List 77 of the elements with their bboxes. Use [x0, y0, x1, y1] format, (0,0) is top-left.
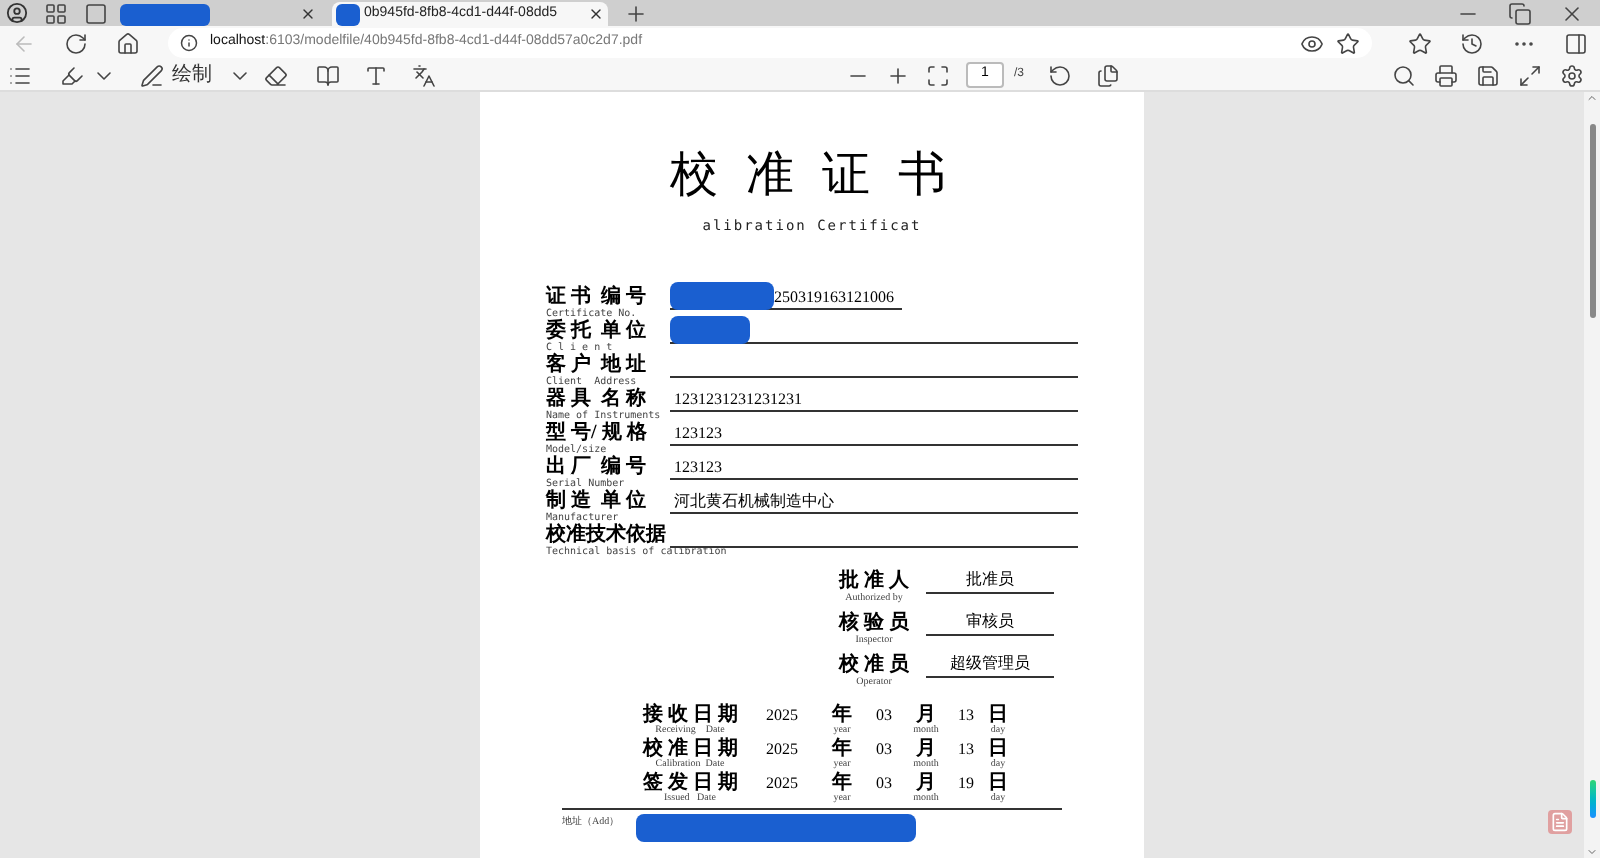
- approver-label: 校 准 员: [839, 653, 909, 677]
- year-value: 2025: [766, 771, 798, 793]
- field-label: 委 托 单 位: [546, 319, 648, 341]
- tab-actions-icon[interactable]: [84, 1, 108, 25]
- home-icon[interactable]: [116, 31, 140, 55]
- date-label: 校 准 日 期: [642, 737, 738, 759]
- print-icon[interactable]: [1434, 63, 1458, 87]
- redaction-mark: [336, 3, 360, 25]
- certificate-title: 校 准 证 书: [670, 148, 954, 206]
- settings-icon[interactable]: [1560, 63, 1584, 87]
- workspaces-icon[interactable]: [44, 1, 68, 25]
- field-label: 证 书 编 号: [546, 285, 648, 308]
- two-page-icon[interactable]: [1096, 63, 1121, 87]
- read-aloud-icon[interactable]: [1300, 31, 1324, 55]
- year-unit: 年: [832, 771, 852, 793]
- profile-icon[interactable]: [6, 2, 28, 24]
- close-icon[interactable]: [588, 5, 604, 21]
- translate-icon[interactable]: [412, 63, 436, 87]
- approver-value: 审核员: [926, 611, 1054, 635]
- year-value: 2025: [766, 703, 798, 725]
- year-unit: 年: [832, 703, 852, 725]
- approver-label: 核 验 员: [839, 611, 909, 635]
- favorite-icon[interactable]: [1336, 31, 1360, 55]
- field-value: 123123: [670, 421, 1078, 445]
- field-label: 制 造 单 位: [546, 489, 648, 511]
- redaction-mark: [670, 281, 774, 309]
- day-value: 13: [958, 737, 974, 759]
- approver-value: 批准员: [926, 569, 1054, 593]
- month-unit: 月: [916, 771, 936, 793]
- zoom-in-icon[interactable]: [886, 63, 910, 87]
- field-value: 河北黄石机械制造中心: [670, 489, 1078, 513]
- close-icon[interactable]: [1560, 1, 1584, 25]
- day-value: 13: [958, 703, 974, 725]
- approver-value: 超级管理员: [926, 653, 1054, 677]
- info-icon[interactable]: [180, 34, 198, 52]
- field-value: 250319163121006: [670, 285, 902, 309]
- redaction-mark: [120, 3, 210, 25]
- field-label: 校准技术依据: [546, 523, 668, 545]
- day-unit: 日: [988, 771, 1008, 793]
- year-unit: 年: [832, 737, 852, 759]
- month-value: 03: [876, 771, 892, 793]
- month-value: 03: [876, 703, 892, 725]
- favorites-icon[interactable]: [1408, 31, 1432, 55]
- fit-page-icon[interactable]: [926, 63, 950, 87]
- sidebar-icon[interactable]: [1564, 31, 1588, 55]
- month-unit: 月: [916, 737, 936, 759]
- field-label: 出 厂 编 号: [546, 455, 648, 478]
- date-label: 签 发 日 期: [642, 771, 738, 793]
- redaction-mark: [670, 315, 750, 343]
- history-icon[interactable]: [1460, 31, 1484, 55]
- field-value: 123123: [670, 455, 1078, 479]
- day-unit: 日: [988, 703, 1008, 725]
- page-view-icon[interactable]: [316, 63, 340, 87]
- draw-label[interactable]: 绘制: [172, 65, 212, 85]
- save-icon[interactable]: [1476, 63, 1500, 87]
- approver-label: 批 准 人: [839, 569, 909, 593]
- date-label: 接 收 日 期: [642, 703, 738, 725]
- year-value: 2025: [766, 737, 798, 759]
- rotate-icon[interactable]: [1048, 63, 1073, 87]
- restore-icon[interactable]: [1508, 1, 1532, 25]
- close-icon[interactable]: [300, 5, 316, 21]
- field-label: 器 具 名 称: [546, 387, 648, 410]
- eraser-icon[interactable]: [264, 63, 288, 87]
- month-value: 03: [876, 737, 892, 759]
- new-tab-icon[interactable]: [624, 1, 648, 25]
- day-unit: 日: [988, 737, 1008, 759]
- highlight-icon[interactable]: [60, 63, 84, 87]
- fullscreen-icon[interactable]: [1518, 63, 1542, 87]
- field-label: 客 户 地 址: [546, 353, 648, 376]
- day-value: 19: [958, 771, 974, 793]
- refresh-icon[interactable]: [64, 31, 88, 55]
- month-unit: 月: [916, 703, 936, 725]
- text-size-icon[interactable]: [364, 63, 388, 87]
- field-label: 型 号/ 规 格: [546, 421, 647, 444]
- search-icon[interactable]: [1392, 63, 1416, 87]
- field-value: 1231231231231231: [670, 387, 1078, 411]
- draw-icon[interactable]: [140, 63, 164, 87]
